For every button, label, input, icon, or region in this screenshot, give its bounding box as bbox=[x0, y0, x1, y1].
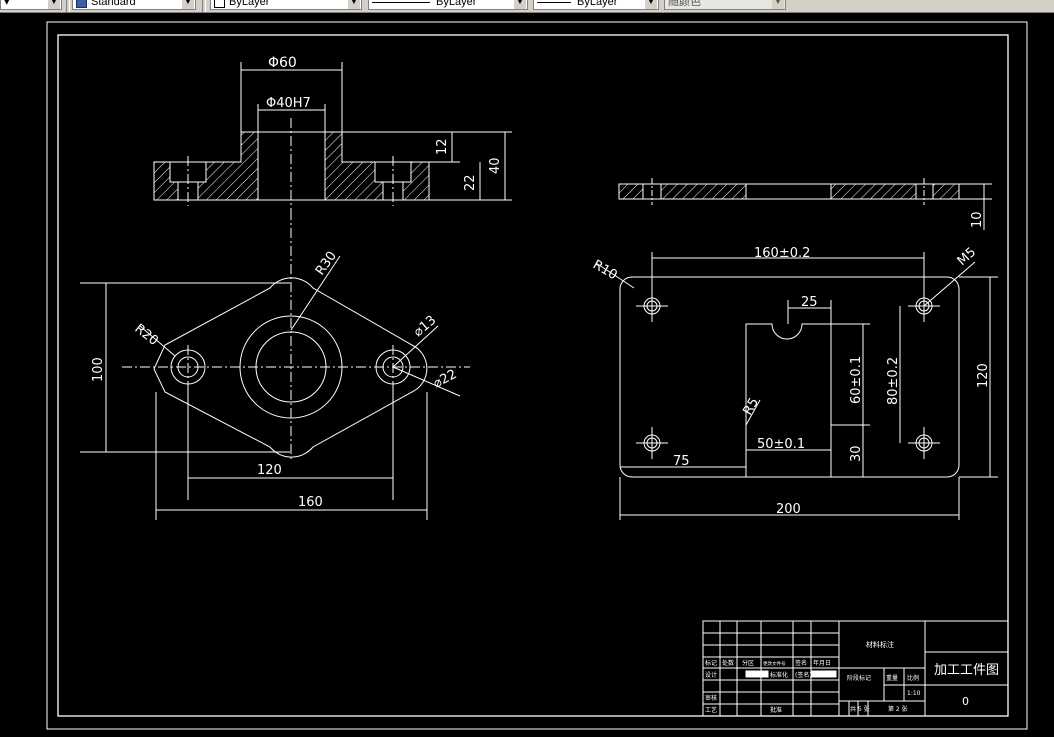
dim-160: 160 bbox=[298, 495, 323, 510]
label-r30: R30 bbox=[313, 249, 340, 279]
toolbar-separator bbox=[66, 0, 70, 12]
dim-80-tol: 80±0.2 bbox=[886, 357, 901, 405]
toolbar-separator bbox=[202, 0, 206, 12]
linetype-value: ByLayer bbox=[436, 0, 477, 8]
tb-label-sign: 签名 bbox=[795, 659, 807, 667]
tb-label-weight: 重量 bbox=[886, 674, 898, 682]
drawing-canvas[interactable]: Φ60 Φ40H7 12 22 40 R30 R20 ⌀13 ⌀22 100 1… bbox=[0, 12, 1054, 737]
lineweight-value: ByLayer bbox=[577, 0, 618, 8]
label-hole22: ⌀22 bbox=[431, 367, 460, 392]
label-m5: M5 bbox=[955, 245, 980, 269]
tb-drawing-title: 加工工件图 bbox=[934, 663, 999, 678]
dim-60-tol: 60±0.1 bbox=[849, 356, 864, 404]
plot-style-value: 随颜色 bbox=[668, 0, 701, 8]
layer-dropdown[interactable]: ▾ ▼ bbox=[0, 0, 62, 10]
dim-25: 25 bbox=[801, 295, 818, 310]
dim-10: 10 bbox=[970, 211, 985, 228]
tb-sheet-no: 第 2 张 bbox=[888, 705, 908, 713]
dim-12: 12 bbox=[435, 138, 450, 155]
tb-total-sheets: 共 5 张 bbox=[850, 705, 870, 713]
front-section-view bbox=[153, 62, 512, 210]
text-style-icon bbox=[76, 0, 87, 8]
label-r20: R20 bbox=[132, 321, 161, 349]
tb-label-audit: 审核 bbox=[705, 694, 717, 702]
layer-color-dropdown[interactable]: ByLayer ▼ bbox=[210, 0, 362, 10]
chevron-down-icon[interactable]: ▼ bbox=[48, 0, 60, 9]
chevron-down-icon[interactable]: ▼ bbox=[348, 0, 360, 9]
tb-label-mark: 标记 bbox=[705, 659, 717, 667]
dim-dia-outer: Φ60 bbox=[268, 55, 297, 71]
chevron-down-icon[interactable]: ▼ bbox=[645, 0, 657, 9]
lineweight-sample-icon bbox=[537, 1, 571, 3]
dim-120-plate: 120 bbox=[976, 363, 991, 388]
tb-label-zone: 分区 bbox=[742, 659, 754, 667]
tb-label-approve: 批准 bbox=[770, 706, 782, 714]
tb-label-approve-sign: (签名) bbox=[795, 671, 812, 679]
tb-label-count: 处数 bbox=[722, 659, 734, 667]
sheet-frame bbox=[57, 34, 1009, 717]
layer-color-value: ByLayer bbox=[229, 0, 270, 8]
dim-50-tol: 50±0.1 bbox=[757, 437, 805, 452]
dim-200: 200 bbox=[776, 502, 801, 517]
dim-75: 75 bbox=[673, 454, 690, 469]
dim-dia-bore: Φ40H7 bbox=[266, 96, 311, 111]
tb-label-process: 工艺 bbox=[705, 706, 717, 714]
tb-scale-value: 1:10 bbox=[907, 690, 921, 697]
chevron-down-icon[interactable]: ▼ bbox=[182, 0, 194, 9]
color-swatch-icon bbox=[214, 0, 225, 8]
linetype-dropdown[interactable]: ByLayer ▼ bbox=[368, 0, 528, 10]
tb-drawing-number: 0 bbox=[962, 695, 969, 708]
dim-30: 30 bbox=[849, 445, 864, 462]
tb-material-label: 材料标注 bbox=[866, 640, 894, 649]
tb-label-scale: 比例 bbox=[907, 674, 919, 682]
dim-120: 120 bbox=[257, 463, 282, 478]
tb-label-design: 设计 bbox=[705, 671, 717, 679]
chevron-down-icon[interactable]: ▼ bbox=[514, 0, 526, 9]
dim-100: 100 bbox=[91, 357, 106, 382]
tb-label-change-doc: 更改文件号 bbox=[763, 660, 786, 667]
label-r10: R10 bbox=[590, 257, 620, 283]
dim-40: 40 bbox=[488, 157, 503, 174]
layer-dropdown-value: ▾ bbox=[4, 0, 10, 8]
linetype-sample-icon bbox=[372, 1, 430, 3]
label-r5: R5 bbox=[740, 396, 762, 418]
dim-22: 22 bbox=[463, 174, 478, 191]
lineweight-dropdown[interactable]: ByLayer ▼ bbox=[533, 0, 659, 10]
tb-label-stage: 阶段标记 bbox=[847, 674, 871, 682]
text-style-value: Standard bbox=[91, 0, 136, 8]
tb-label-standardize: 标准化 bbox=[770, 671, 788, 679]
tb-label-date: 年月日 bbox=[813, 659, 831, 667]
plot-style-dropdown[interactable]: 随颜色 ▼ bbox=[664, 0, 786, 10]
dim-160-tol: 160±0.2 bbox=[754, 246, 810, 261]
plate-slot bbox=[745, 323, 832, 477]
plate-side-view bbox=[618, 178, 992, 230]
chevron-down-icon[interactable]: ▼ bbox=[772, 0, 784, 9]
text-style-dropdown[interactable]: Standard ▼ bbox=[72, 0, 196, 10]
plate-plan-view bbox=[595, 252, 998, 520]
label-hole13: ⌀13 bbox=[411, 313, 439, 340]
